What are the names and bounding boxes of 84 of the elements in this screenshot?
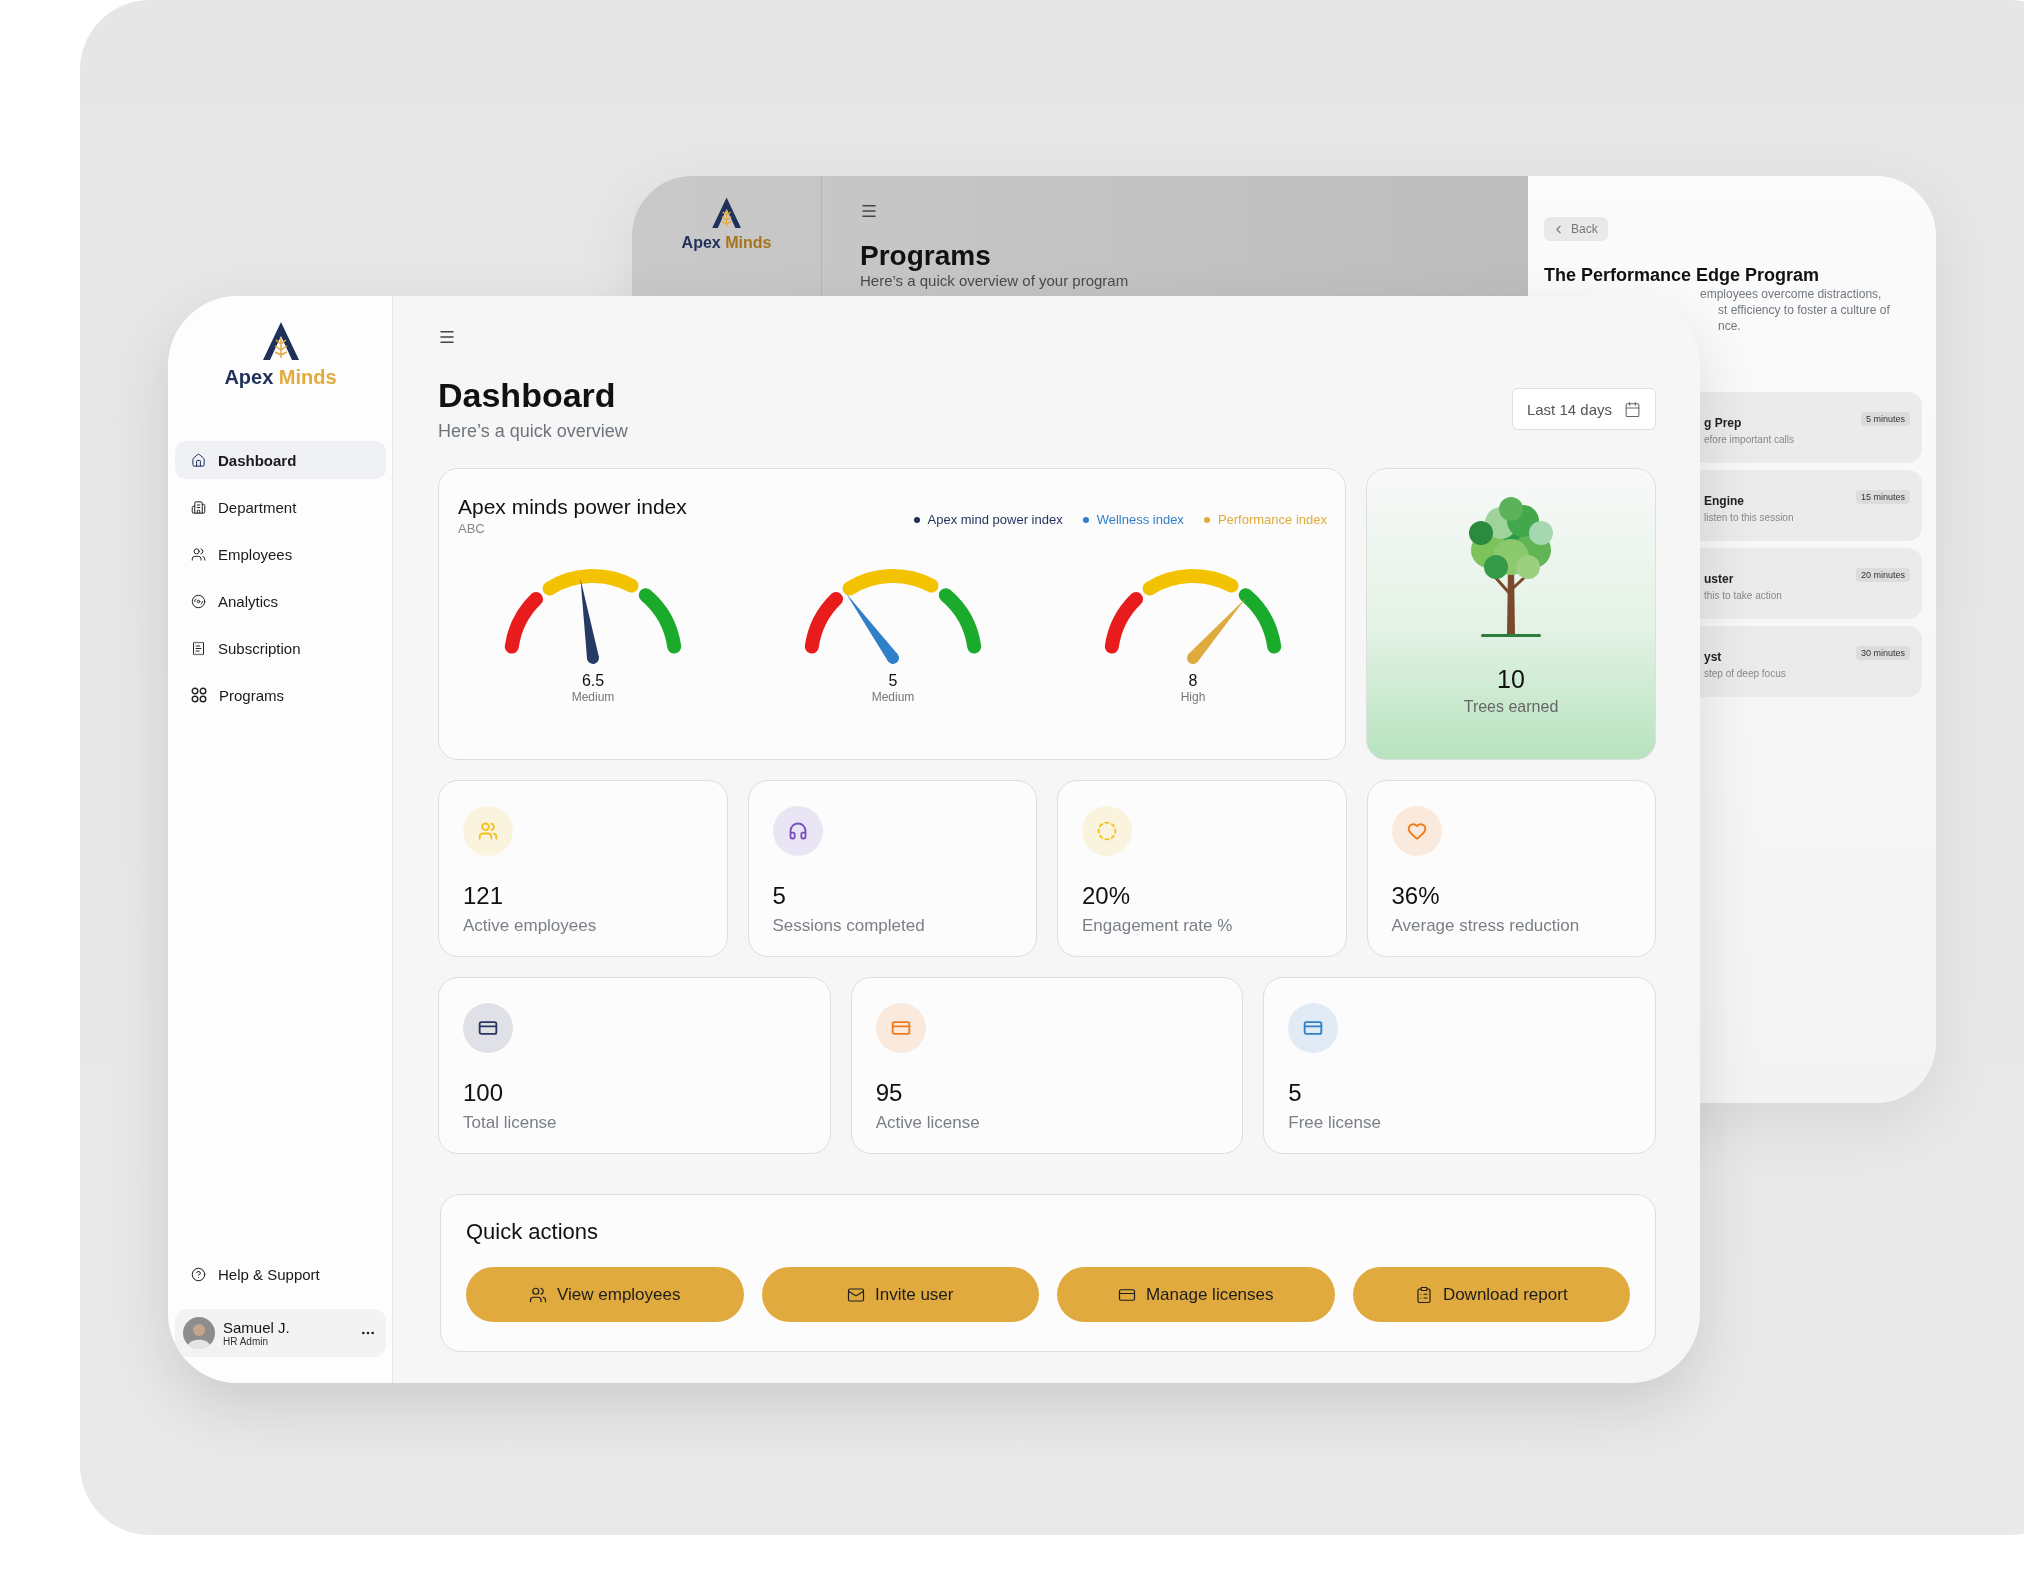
description-text: st efficiency to foster a culture of: [1718, 302, 1891, 318]
calendar-icon: [1624, 400, 1641, 418]
card-title: Apex minds power index: [458, 495, 687, 519]
building-icon: [191, 499, 206, 515]
stat-value: 5: [772, 882, 787, 910]
nav-item[interactable]: Department: [175, 488, 386, 526]
action-button[interactable]: View employees: [466, 1267, 744, 1322]
session-title: uster: [1704, 572, 1735, 586]
users-icon: [529, 1285, 547, 1304]
clipboard-icon: [1414, 1285, 1433, 1304]
page-title: Dashboard: [438, 376, 617, 415]
user-name: Samuel J.: [223, 1319, 291, 1336]
license-value: 100: [463, 1079, 505, 1107]
gauge-rating: Medium: [871, 690, 915, 704]
card-title: Quick actions: [466, 1219, 600, 1245]
user-role: HR Admin: [223, 1336, 269, 1347]
home-icon: [191, 452, 206, 468]
license-value: 95: [875, 1079, 904, 1107]
gauge-rating: High: [1180, 690, 1206, 704]
menu-icon[interactable]: [438, 328, 456, 346]
stat-label: Sessions completed: [772, 916, 926, 936]
legend-label: Wellness index: [1096, 512, 1184, 527]
session-item[interactable]: yst step of deep focus 30 minutes: [1700, 626, 1922, 697]
page-subtitle: Here’s a quick overview of your program: [860, 272, 1130, 289]
session-item[interactable]: uster this to take action 20 minutes: [1700, 548, 1922, 619]
license-value: 5: [1288, 1079, 1303, 1107]
stat-label: Average stress reduction: [1391, 916, 1581, 936]
license-label: Active license: [875, 1113, 981, 1133]
grid-icon: [191, 687, 207, 703]
nav-item[interactable]: Analytics: [175, 582, 386, 620]
gauge-value: 8: [1188, 672, 1198, 690]
description-text: employees overcome distractions,: [1700, 286, 1883, 302]
disc-icon: [191, 593, 206, 609]
nav-item[interactable]: Employees: [175, 535, 386, 573]
duration-badge: 5 minutes: [1860, 412, 1910, 426]
duration-badge: 30 minutes: [1855, 646, 1910, 660]
users-icon: [191, 546, 206, 562]
logo-text: Apex Minds: [681, 233, 772, 252]
session-title: yst: [1704, 650, 1723, 664]
stat-value: 20%: [1082, 882, 1132, 910]
nav-item[interactable]: Programs: [175, 676, 386, 714]
page-title: Programs: [860, 240, 992, 272]
avatar: [183, 1317, 215, 1349]
session-subtitle: this to take action: [1704, 590, 1782, 601]
date-range-button[interactable]: Last 14 days: [1511, 388, 1656, 430]
card-subtitle: ABC: [458, 521, 486, 536]
gauge-rating: Medium: [571, 690, 615, 704]
action-button[interactable]: Invite user: [761, 1267, 1039, 1322]
action-button[interactable]: Download report: [1352, 1267, 1630, 1322]
stat-value: 36%: [1391, 882, 1441, 910]
help-icon: [191, 1267, 206, 1282]
user-card[interactable]: Samuel J. HR Admin: [175, 1309, 386, 1357]
menu-icon[interactable]: [860, 202, 878, 220]
duration-badge: 15 minutes: [1855, 490, 1910, 504]
description-text: nce.: [1718, 318, 1742, 334]
duration-badge: 20 minutes: [1855, 568, 1910, 582]
session-subtitle: listen to this session: [1704, 512, 1794, 523]
page-subtitle: Here’s a quick overview: [438, 421, 628, 442]
session-item[interactable]: g Prep efore important calls 5 minutes: [1700, 392, 1922, 463]
session-title: Engine: [1704, 494, 1745, 508]
back-button[interactable]: Back: [1544, 217, 1608, 241]
help-link[interactable]: Help & Support: [175, 1266, 386, 1283]
program-title: The Performance Edge Program: [1544, 265, 1821, 286]
stat-label: Active employees: [463, 916, 598, 936]
session-item[interactable]: Engine listen to this session 15 minutes: [1700, 470, 1922, 541]
nav-item[interactable]: Subscription: [175, 629, 386, 667]
license-label: Total license: [463, 1113, 558, 1133]
trees-count: 10: [1497, 665, 1525, 694]
gauge-value: 6.5: [581, 672, 605, 690]
trees-label: Trees earned: [1463, 698, 1559, 716]
session-subtitle: step of deep focus: [1704, 668, 1786, 679]
license-label: Free license: [1288, 1113, 1382, 1133]
session-title: g Prep: [1704, 416, 1743, 430]
mail-icon: [847, 1285, 866, 1304]
nav-item[interactable]: Dashboard: [175, 441, 386, 479]
legend-label: Performance index: [1217, 512, 1327, 527]
gauge-value: 5: [888, 672, 898, 690]
stat-value: 121: [463, 882, 505, 910]
receipt-icon: [191, 640, 206, 656]
logo-text: Apex Minds: [224, 366, 337, 389]
stat-label: Engagement rate %: [1082, 916, 1234, 936]
session-subtitle: efore important calls: [1704, 434, 1795, 445]
legend-label: Apex mind power index: [927, 512, 1063, 527]
action-button[interactable]: Manage licenses: [1057, 1267, 1335, 1322]
